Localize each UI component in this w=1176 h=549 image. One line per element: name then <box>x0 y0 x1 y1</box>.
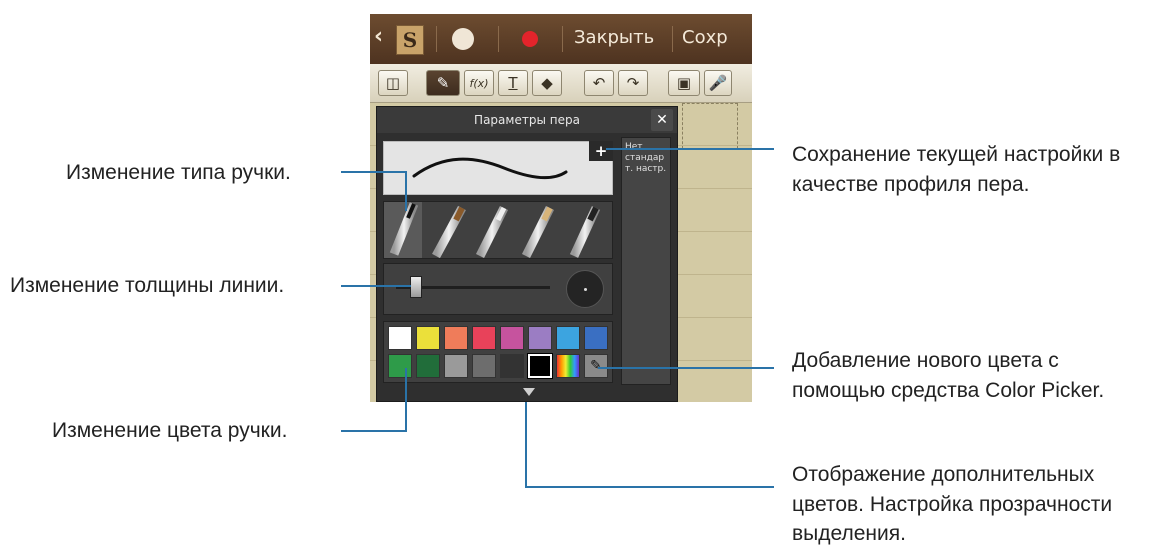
color-swatch[interactable] <box>500 354 524 378</box>
profile-placeholder-text: Нет стандар т. настр. <box>625 142 667 174</box>
eraser-icon[interactable]: ◆ <box>532 70 562 96</box>
share-icon[interactable] <box>452 28 474 50</box>
callout-line-thickness: Изменение толщины линии. <box>10 274 285 297</box>
color-swatch[interactable] <box>416 354 440 378</box>
callout-pen-type: Изменение типа ручки. <box>66 161 291 184</box>
pen-type-selector <box>383 201 613 259</box>
marker-icon[interactable] <box>569 206 601 258</box>
callout-save-profile-line2: качестве профиля пера. <box>792 173 1030 196</box>
color-swatch[interactable] <box>388 326 412 350</box>
redo-icon[interactable]: ↷ <box>618 70 648 96</box>
color-picker-icon[interactable]: ✎ <box>584 354 608 378</box>
more-colors-arrow-icon[interactable] <box>523 388 535 396</box>
more-colors-swatch[interactable] <box>556 354 580 378</box>
color-swatch[interactable] <box>527 353 553 379</box>
insert-image-icon[interactable]: ▣ <box>668 70 700 96</box>
stroke-preview-line <box>412 157 568 180</box>
add-profile-button[interactable]: + <box>589 141 613 161</box>
color-swatch[interactable] <box>584 326 608 350</box>
pen-settings-panel: Параметры пера ✕ + Нет стандар т. настр. <box>376 106 678 402</box>
callout-color-picker-line2: помощью средства Color Picker. <box>792 379 1105 402</box>
pen-tool-icon[interactable]: ✎ <box>426 70 460 96</box>
save-button[interactable]: Сохр <box>682 27 728 48</box>
s-note-logo-icon[interactable]: S <box>396 25 424 55</box>
color-swatch[interactable] <box>472 326 496 350</box>
color-swatch[interactable] <box>416 326 440 350</box>
pencil-icon[interactable] <box>521 205 555 259</box>
phone-screen: ‹ S Закрыть Сохр ◫ ✎ f(x) T ◆ ↶ ↷ ▣ 🎤 Па… <box>370 14 752 402</box>
text-tool-icon[interactable]: T <box>498 70 528 96</box>
color-swatch[interactable] <box>500 326 524 350</box>
callout-color-picker-line1: Добавление нового цвета с <box>792 349 1059 372</box>
back-icon[interactable]: ‹ <box>374 24 383 49</box>
pen-settings-title: Параметры пера <box>377 107 677 133</box>
text-box-outline <box>682 103 738 149</box>
drawing-toolbar: ◫ ✎ f(x) T ◆ ↶ ↷ ▣ 🎤 <box>370 64 752 103</box>
brush-icon[interactable] <box>432 205 466 259</box>
callout-more-colors-line2: цветов. Настройка прозрачности <box>792 493 1113 516</box>
pen-type-icons <box>384 202 601 259</box>
color-swatch[interactable] <box>444 326 468 350</box>
thickness-slider-handle[interactable] <box>410 276 423 298</box>
callout-more-colors-line3: выделения. <box>792 522 906 545</box>
color-swatch[interactable] <box>444 354 468 378</box>
close-button[interactable]: Закрыть <box>574 27 654 48</box>
formula-icon[interactable]: f(x) <box>464 70 494 96</box>
calligraphy-icon[interactable] <box>475 205 509 259</box>
color-swatch[interactable] <box>388 354 412 378</box>
line-thickness-control <box>383 263 613 315</box>
app-action-bar: ‹ S Закрыть Сохр <box>370 14 752 64</box>
callout-more-colors-line1: Отображение дополнительных <box>792 463 1095 486</box>
undo-icon[interactable]: ↶ <box>584 70 614 96</box>
stroke-preview <box>383 141 613 195</box>
thickness-preview <box>566 270 604 308</box>
pen-profile-list[interactable]: Нет стандар т. настр. <box>621 137 671 385</box>
color-swatch[interactable] <box>472 354 496 378</box>
color-palette: ✎ <box>383 321 613 383</box>
color-swatch[interactable] <box>556 326 580 350</box>
color-swatch[interactable] <box>528 326 552 350</box>
microphone-icon[interactable]: 🎤 <box>704 70 732 96</box>
pen-icon[interactable] <box>384 202 422 258</box>
record-icon[interactable] <box>522 31 538 47</box>
thickness-dot <box>584 288 587 291</box>
callout-save-profile-line1: Сохранение текущей настройки в <box>792 143 1121 166</box>
page-layout-icon[interactable]: ◫ <box>378 70 408 96</box>
callout-pen-color: Изменение цвета ручки. <box>52 419 288 442</box>
close-panel-icon[interactable]: ✕ <box>651 109 673 131</box>
